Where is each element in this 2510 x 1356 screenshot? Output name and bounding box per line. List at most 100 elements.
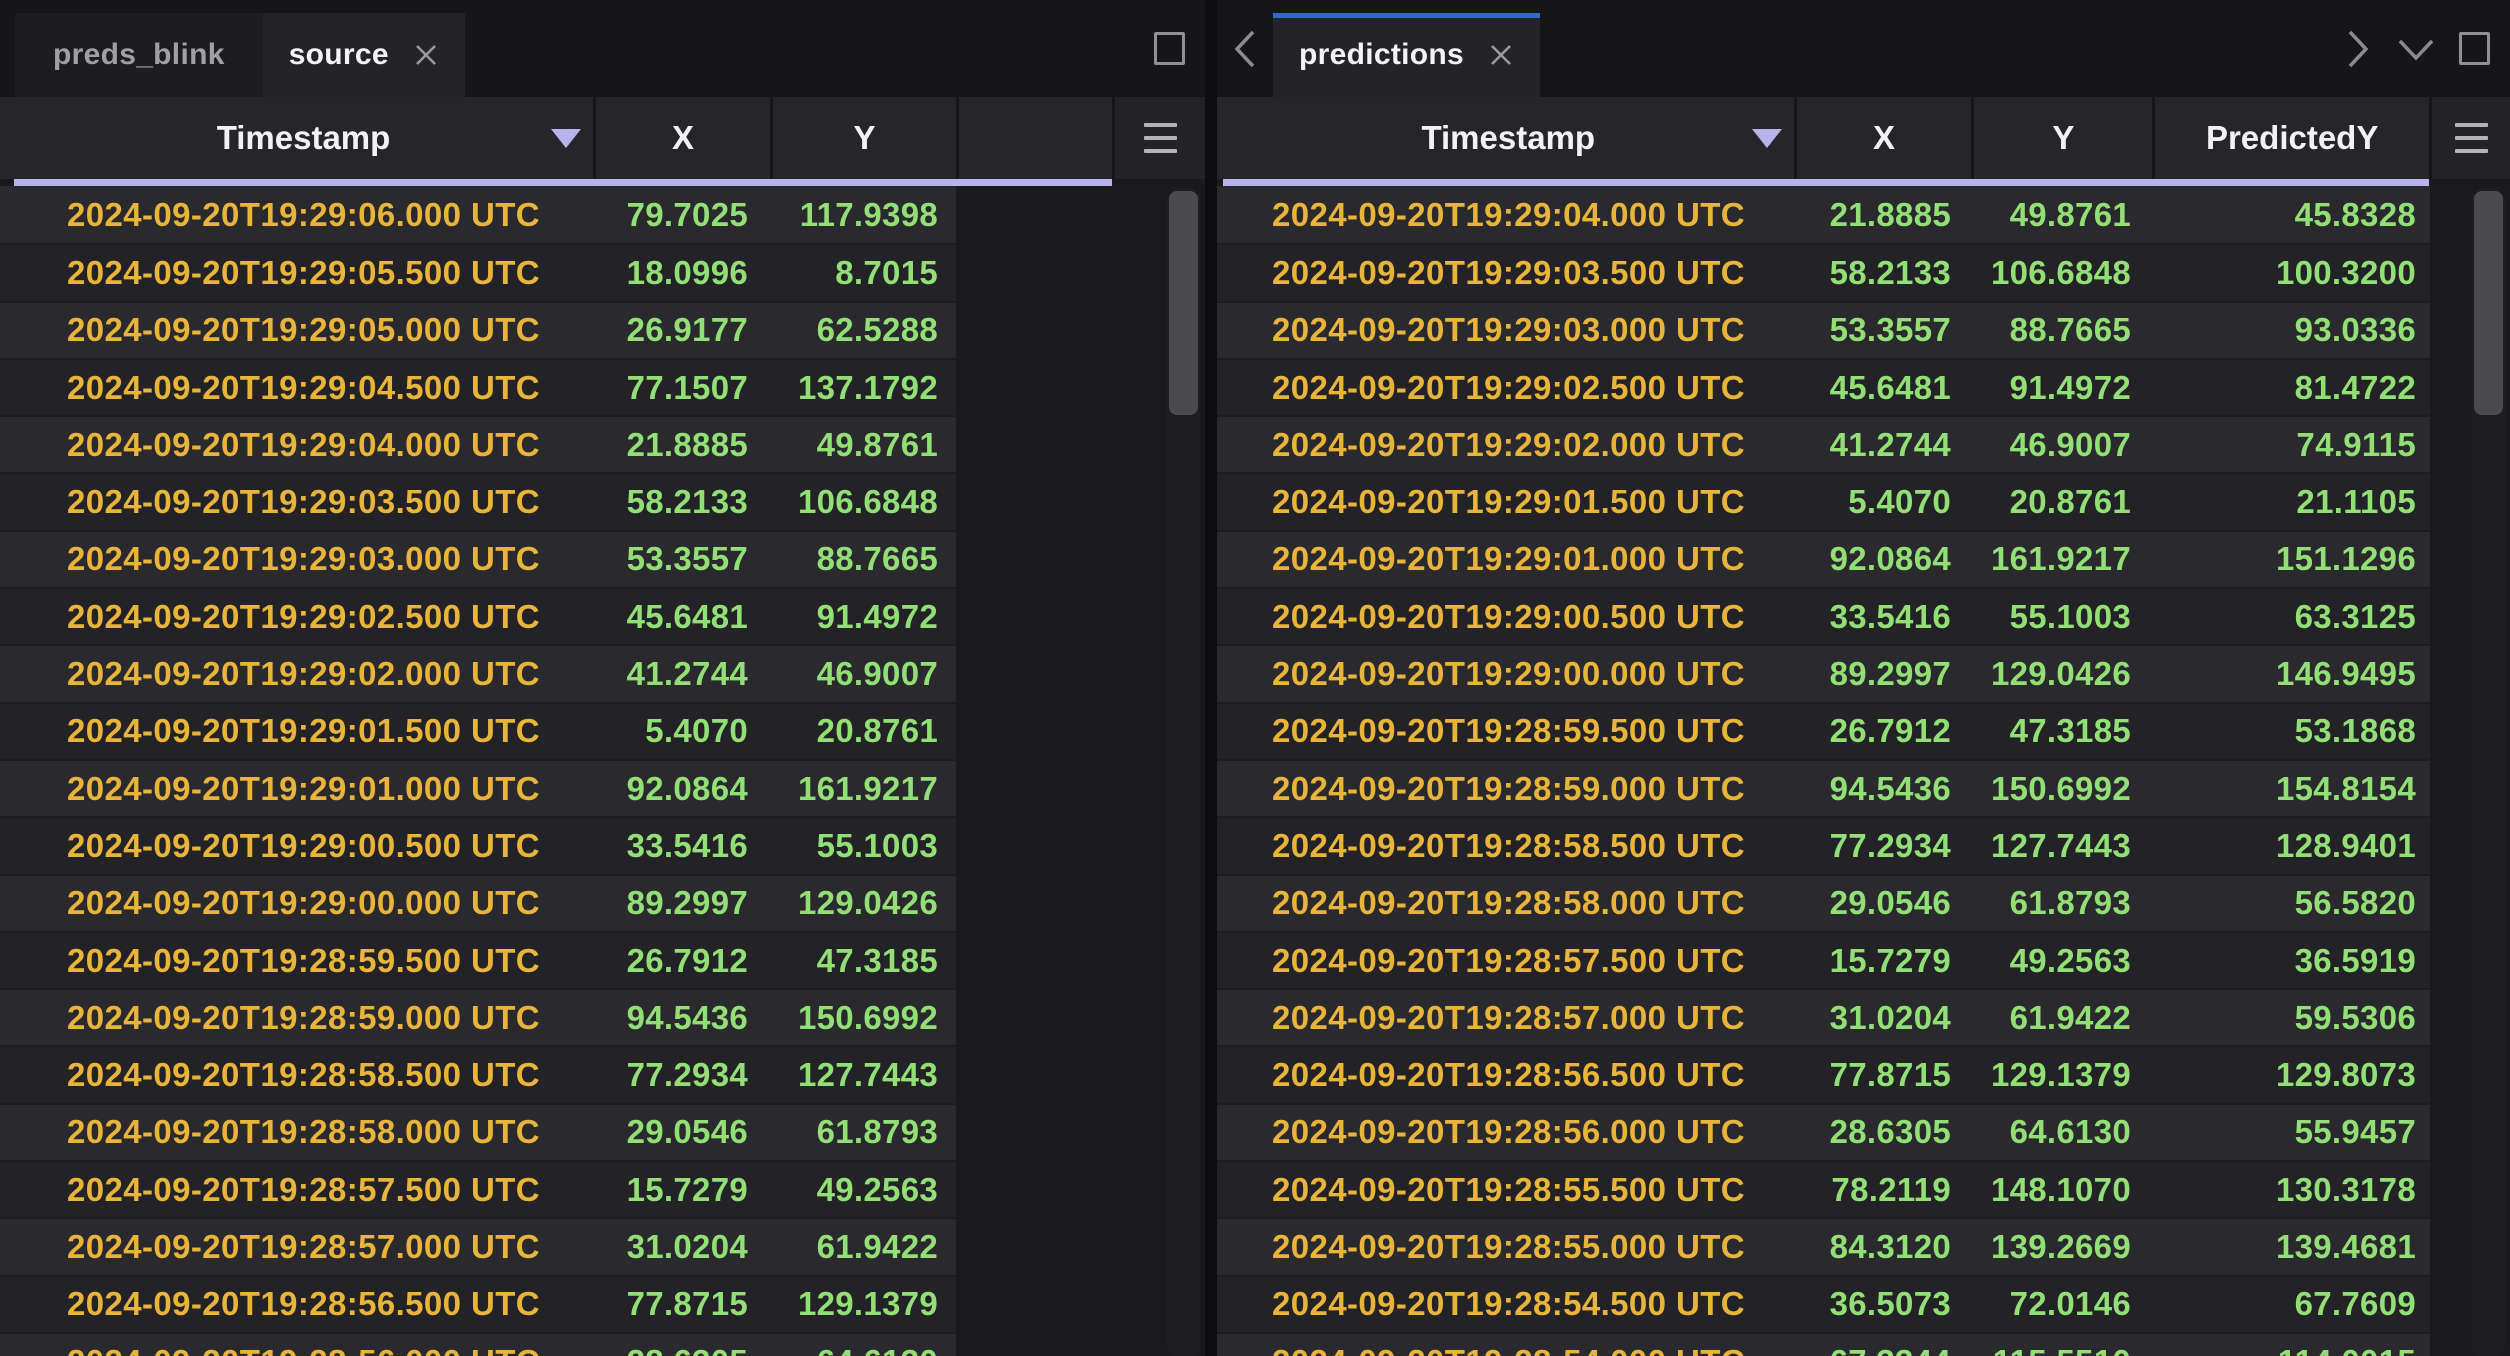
timestamp-cell: 2024-09-20T19:29:04.000 UTC <box>14 417 593 472</box>
column-header-timestamp[interactable]: Timestamp <box>1223 97 1794 179</box>
value-cell: 77.8715 <box>593 1277 770 1332</box>
value-cell: 88.7665 <box>1972 303 2153 358</box>
timestamp-cell: 2024-09-20T19:28:58.500 UTC <box>1223 818 1794 873</box>
timestamp-cell: 2024-09-20T19:28:59.500 UTC <box>14 933 593 988</box>
value-cell: 117.9398 <box>770 186 956 243</box>
value-cell: 64.6130 <box>770 1334 956 1356</box>
value-cell: 36.5073 <box>1794 1277 1972 1332</box>
value-cell: 55.9457 <box>2153 1105 2430 1160</box>
timestamp-cell: 2024-09-20T19:29:00.000 UTC <box>1223 646 1794 701</box>
value-cell: 130.3178 <box>2153 1162 2430 1217</box>
close-icon[interactable] <box>1488 42 1514 68</box>
table-row: 2024-09-20T19:28:59.500 UTC26.791247.318… <box>1217 702 2430 759</box>
timestamp-cell: 2024-09-20T19:29:00.000 UTC <box>14 876 593 931</box>
header-accent-underline <box>14 179 1112 186</box>
value-cell: 5.4070 <box>1794 474 1972 529</box>
value-cell: 41.2744 <box>593 646 770 701</box>
value-cell: 5.4070 <box>593 704 770 759</box>
table-row: 2024-09-20T19:29:01.000 UTC92.0864161.92… <box>0 759 956 816</box>
column-header-x[interactable]: X <box>593 97 770 179</box>
table-row: 2024-09-20T19:28:57.500 UTC15.727949.256… <box>0 1160 956 1217</box>
table-row: 2024-09-20T19:29:03.000 UTC53.355788.766… <box>1217 301 2430 358</box>
value-cell: 21.8885 <box>1794 186 1972 243</box>
table-row: 2024-09-20T19:28:54.500 UTC36.507372.014… <box>1217 1275 2430 1332</box>
tab-label: predictions <box>1299 38 1464 72</box>
left-table-header: Timestamp X Y <box>0 97 1205 179</box>
column-header-x[interactable]: X <box>1794 97 1972 179</box>
table-menu-button[interactable] <box>2429 97 2510 179</box>
table-row: 2024-09-20T19:29:01.500 UTC5.407020.8761 <box>0 702 956 759</box>
value-cell: 28.6305 <box>593 1334 770 1356</box>
value-cell: 128.9401 <box>2153 818 2430 873</box>
dropdown-caret-icon[interactable] <box>1752 129 1782 148</box>
scrollbar-track[interactable] <box>2472 188 2505 1356</box>
value-cell: 26.7912 <box>1794 704 1972 759</box>
table-row: 2024-09-20T19:28:57.500 UTC15.727949.256… <box>1217 931 2430 988</box>
chevron-left-icon[interactable] <box>1217 14 1273 84</box>
close-icon[interactable] <box>413 42 439 68</box>
table-menu-button[interactable] <box>1112 97 1205 179</box>
timestamp-cell: 2024-09-20T19:28:55.500 UTC <box>1223 1162 1794 1217</box>
value-cell: 45.6481 <box>593 589 770 644</box>
value-cell: 61.8793 <box>1972 876 2153 931</box>
scrollbar-thumb[interactable] <box>2474 191 2503 415</box>
value-cell: 28.6305 <box>1794 1105 1972 1160</box>
column-header-y[interactable]: Y <box>1971 97 2152 179</box>
left-panel: preds_blink source Timestamp <box>0 0 1205 1356</box>
value-cell: 61.9422 <box>770 1219 956 1274</box>
table-row: 2024-09-20T19:29:02.000 UTC41.274446.900… <box>1217 415 2430 472</box>
value-cell: 15.7279 <box>593 1162 770 1217</box>
table-row: 2024-09-20T19:28:58.000 UTC29.054661.879… <box>1217 874 2430 931</box>
right-table-header: Timestamp X Y PredictedY <box>1217 97 2510 179</box>
timestamp-cell: 2024-09-20T19:28:57.500 UTC <box>14 1162 593 1217</box>
chevron-right-icon[interactable] <box>2336 14 2380 84</box>
table-row: 2024-09-20T19:28:57.000 UTC31.020461.942… <box>1217 988 2430 1045</box>
maximize-icon[interactable] <box>2452 14 2496 84</box>
value-cell: 26.7912 <box>593 933 770 988</box>
value-cell: 74.9115 <box>2153 417 2430 472</box>
value-cell: 89.2997 <box>593 876 770 931</box>
value-cell: 77.8715 <box>1794 1047 1972 1102</box>
header-accent-underline <box>1223 179 2429 186</box>
table-row: 2024-09-20T19:28:58.500 UTC77.2934127.74… <box>0 1045 956 1102</box>
table-row: 2024-09-20T19:28:55.000 UTC84.3120139.26… <box>1217 1217 2430 1274</box>
column-header-predictedy[interactable]: PredictedY <box>2152 97 2429 179</box>
value-cell: 47.3185 <box>770 933 956 988</box>
dropdown-caret-icon[interactable] <box>551 129 581 148</box>
timestamp-cell: 2024-09-20T19:28:57.000 UTC <box>1223 990 1794 1045</box>
value-cell: 77.2934 <box>1794 818 1972 873</box>
value-cell: 49.8761 <box>770 417 956 472</box>
chevron-down-icon[interactable] <box>2394 14 2438 84</box>
value-cell: 15.7279 <box>1794 933 1972 988</box>
value-cell: 64.6130 <box>1972 1105 2153 1160</box>
table-row: 2024-09-20T19:28:59.500 UTC26.791247.318… <box>0 931 956 988</box>
scrollbar-track[interactable] <box>1167 188 1200 1356</box>
table-row: 2024-09-20T19:28:56.000 UTC28.630564.613… <box>1217 1103 2430 1160</box>
value-cell: 49.8761 <box>1972 186 2153 243</box>
timestamp-cell: 2024-09-20T19:28:59.500 UTC <box>1223 704 1794 759</box>
tab-preds-blink[interactable]: preds_blink <box>15 13 263 97</box>
timestamp-cell: 2024-09-20T19:28:59.000 UTC <box>14 990 593 1045</box>
tab-source[interactable]: source <box>263 13 465 97</box>
value-cell: 62.5288 <box>770 303 956 358</box>
app-canvas: preds_blink source Timestamp <box>0 0 2510 1356</box>
timestamp-cell: 2024-09-20T19:29:05.500 UTC <box>14 245 593 300</box>
value-cell: 31.0204 <box>1794 990 1972 1045</box>
table-row: 2024-09-20T19:28:57.000 UTC31.020461.942… <box>0 1217 956 1274</box>
table-row: 2024-09-20T19:29:01.500 UTC5.407020.8761… <box>1217 472 2430 529</box>
table-row: 2024-09-20T19:28:59.000 UTC94.5436150.69… <box>1217 759 2430 816</box>
maximize-icon[interactable] <box>1147 14 1191 84</box>
column-header-timestamp[interactable]: Timestamp <box>14 97 593 179</box>
value-cell: 49.2563 <box>1972 933 2153 988</box>
scrollbar-thumb[interactable] <box>1169 191 1198 415</box>
value-cell: 94.5436 <box>593 990 770 1045</box>
column-header-y[interactable]: Y <box>770 97 956 179</box>
tab-predictions[interactable]: predictions <box>1273 13 1540 97</box>
value-cell: 20.8761 <box>770 704 956 759</box>
timestamp-cell: 2024-09-20T19:28:57.500 UTC <box>1223 933 1794 988</box>
value-cell: 45.6481 <box>1794 360 1972 415</box>
value-cell: 139.4681 <box>2153 1219 2430 1274</box>
table-row: 2024-09-20T19:29:02.000 UTC41.274446.900… <box>0 644 956 701</box>
left-tab-bar: preds_blink source <box>0 0 1205 97</box>
timestamp-cell: 2024-09-20T19:29:02.000 UTC <box>1223 417 1794 472</box>
